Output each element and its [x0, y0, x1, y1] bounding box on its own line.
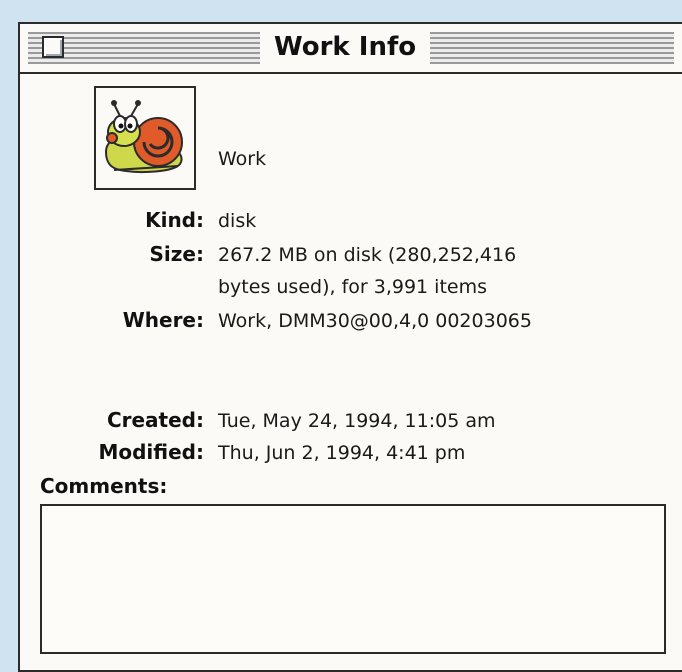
- where-label: Where:: [122, 308, 204, 332]
- info-window: Work Info Work Kind: disk Size: 267.2 MB…: [18, 22, 682, 672]
- comments-field[interactable]: [40, 504, 666, 654]
- where-value: Work, DMM30@00,4,0 00203065: [218, 310, 532, 332]
- comments-label: Comments:: [40, 474, 168, 498]
- kind-value: disk: [218, 210, 257, 232]
- size-value-line1: 267.2 MB on disk (280,252,416: [218, 244, 517, 266]
- snail-disk-icon: [104, 100, 183, 173]
- created-label: Created:: [106, 408, 204, 432]
- close-box[interactable]: [42, 36, 64, 58]
- window-title: Work Info: [260, 28, 431, 66]
- modified-value: Thu, Jun 2, 1994, 4:41 pm: [218, 442, 466, 464]
- disk-name: Work: [218, 148, 267, 170]
- created-value: Tue, May 24, 1994, 11:05 am: [218, 410, 496, 432]
- size-value-line2: bytes used), for 3,991 items: [218, 276, 487, 298]
- title-bar[interactable]: Work Info: [20, 24, 682, 74]
- modified-label: Modified:: [98, 440, 204, 464]
- disk-icon-frame[interactable]: [94, 86, 196, 190]
- kind-label: Kind:: [145, 208, 204, 232]
- size-label: Size:: [149, 242, 204, 266]
